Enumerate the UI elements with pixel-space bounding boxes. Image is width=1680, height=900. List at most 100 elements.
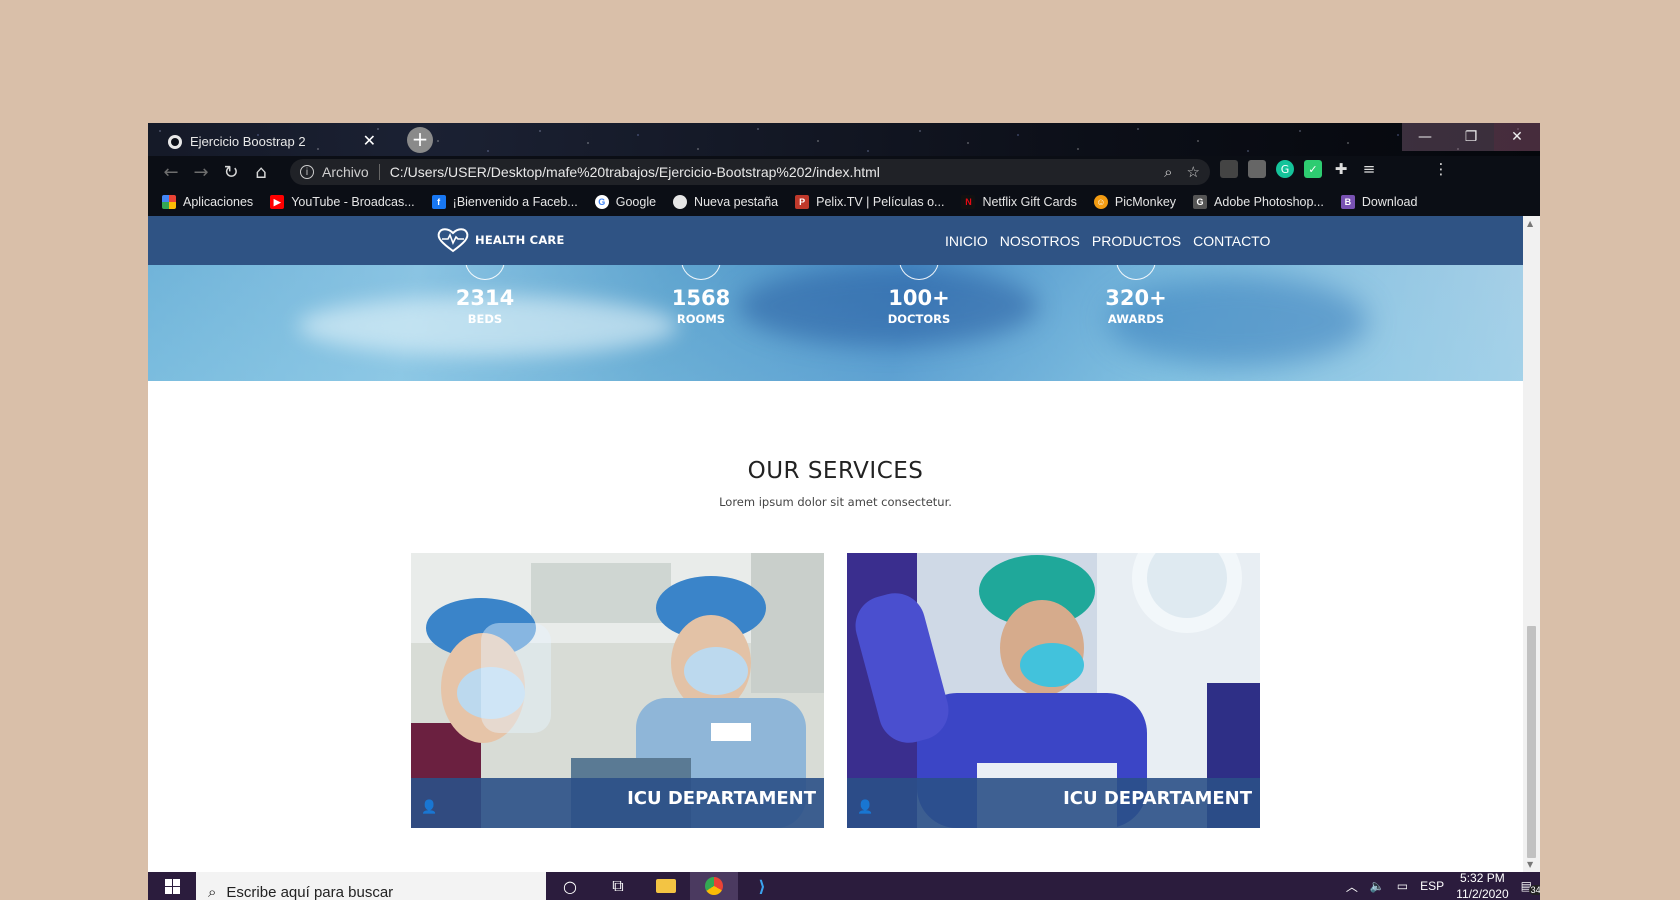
windows-taskbar: ⌕ Escribe aquí para buscar ○ ⧉ ⟩ ︿ 🔈 ▭ E… [148, 870, 1540, 900]
facebook-icon: f [431, 195, 446, 209]
service-card-caption: 👤 ICU DEPARTAMENT [847, 778, 1260, 828]
globe-icon [673, 195, 688, 209]
person-icon: 👤 [857, 799, 874, 815]
restore-button[interactable]: ❐ [1448, 123, 1494, 151]
site-nav-links: INICIO NOSOTROS PRODUCTOS CONTACTO [945, 216, 1270, 265]
volume-icon[interactable]: 🔈 [1370, 879, 1385, 893]
back-button[interactable]: ← [156, 157, 186, 187]
nav-link-nosotros[interactable]: NOSOTROS [1000, 233, 1080, 249]
stat-label: DOCTORS [887, 312, 951, 326]
reload-button[interactable]: ↻ [216, 157, 246, 187]
info-icon[interactable]: i [300, 165, 314, 179]
browser-tab[interactable]: Ejercicio Boostrap 2 ✕ [158, 127, 386, 156]
service-card-caption: 👤 ICU DEPARTAMENT [411, 778, 824, 828]
services-title: OUR SERVICES [747, 458, 924, 484]
system-tray: ︿ 🔈 ▭ ESP 5:32 PM 11/2/2020 ▤ 34 [1346, 870, 1540, 900]
grammarly-icon[interactable]: G [1276, 160, 1294, 178]
zoom-icon[interactable]: ⌕ [1164, 164, 1172, 181]
service-card-title: ICU DEPARTAMENT [1063, 787, 1252, 809]
scrollbar-thumb[interactable] [1527, 626, 1536, 858]
bootstrap-icon: B [1340, 195, 1355, 209]
bookmark-item[interactable]: N Netflix Gift Cards [961, 195, 1077, 209]
nav-link-inicio[interactable]: INICIO [945, 233, 988, 249]
bookmark-item[interactable]: B Download [1340, 195, 1418, 209]
stat-beds: 2314 BEDS [415, 259, 555, 326]
chevron-up-icon[interactable]: ︿ [1346, 878, 1358, 895]
language-indicator[interactable]: ESP [1420, 879, 1444, 893]
bookmark-item[interactable]: G Adobe Photoshop... [1193, 195, 1324, 209]
service-card[interactable]: 👤 ICU DEPARTAMENT [847, 553, 1260, 828]
start-button[interactable] [148, 872, 196, 900]
battery-icon[interactable]: ▭ [1397, 879, 1408, 893]
brand-name: HEALTH CARE [475, 233, 565, 247]
stat-value: 1568 [671, 286, 731, 310]
browser-toolbar: ← → ↻ ⌂ i Archivo C:/Users/USER/Desktop/… [148, 156, 1540, 188]
bookmark-label: ¡Bienvenido a Faceb... [452, 195, 578, 209]
notification-icon[interactable]: ▤ 34 [1521, 879, 1540, 895]
close-window-button[interactable]: ✕ [1494, 123, 1540, 151]
stat-value: 100+ [888, 286, 950, 310]
service-card[interactable]: 👤 ICU DEPARTAMENT [411, 553, 824, 828]
bookmark-label: Netflix Gift Cards [982, 195, 1077, 209]
address-url[interactable]: C:/Users/USER/Desktop/mafe%20trabajos/Ej… [390, 164, 1150, 180]
services-subtitle: Lorem ipsum dolor sit amet consectetur. [719, 495, 952, 509]
page-scrollbar[interactable]: ▲ ▼ [1523, 216, 1540, 872]
task-view-icon[interactable]: ⧉ [594, 872, 642, 900]
chrome-icon[interactable] [690, 872, 738, 900]
notification-count: 34 [1528, 885, 1540, 895]
vscode-icon[interactable]: ⟩ [738, 872, 786, 900]
pelix-icon: P [795, 195, 810, 209]
bookmark-item[interactable]: f ¡Bienvenido a Faceb... [431, 195, 578, 209]
service-card-title: ICU DEPARTAMENT [627, 787, 816, 809]
bookmark-item[interactable]: P Pelix.TV | Películas o... [795, 195, 944, 209]
bookmark-item[interactable]: Nueva pestaña [673, 195, 778, 209]
kebab-menu-icon[interactable]: ⋮ [1432, 160, 1450, 178]
google-icon: G [594, 195, 609, 209]
bookmark-label: Pelix.TV | Películas o... [816, 195, 945, 209]
taskbar-clock[interactable]: 5:32 PM 11/2/2020 [1456, 870, 1509, 900]
nav-link-productos[interactable]: PRODUCTOS [1092, 233, 1181, 249]
bookmark-star-icon[interactable]: ☆ [1187, 163, 1200, 181]
tab-title: Ejercicio Boostrap 2 [190, 134, 306, 149]
bookmark-item[interactable]: ☺ PicMonkey [1093, 195, 1177, 209]
tab-close-icon[interactable]: ✕ [363, 133, 376, 150]
bookmark-item[interactable]: Aplicaciones [162, 195, 253, 209]
forward-button[interactable]: → [186, 157, 216, 187]
scroll-up-arrow-icon[interactable]: ▲ [1527, 219, 1533, 228]
stat-label: AWARDS [1107, 312, 1165, 326]
site-brand[interactable]: HEALTH CARE [436, 227, 565, 253]
page-viewport: 2314 BEDS 1568 ROOMS 100+ DOCTORS 320+ A… [148, 216, 1523, 872]
clock-time: 5:32 PM [1460, 871, 1505, 885]
bookmark-item[interactable]: ▶ YouTube - Broadcas... [270, 195, 415, 209]
reading-list-icon[interactable]: ≡ [1360, 160, 1378, 178]
scroll-down-arrow-icon[interactable]: ▼ [1527, 860, 1533, 869]
extensions-area: G ✓ ✚ ≡ ⋮ [1220, 160, 1450, 178]
bookmark-label: Download [1361, 195, 1418, 209]
stat-rooms: 1568 ROOMS [631, 259, 771, 326]
picmonkey-icon: ☺ [1093, 195, 1108, 209]
nav-link-contacto[interactable]: CONTACTO [1193, 233, 1270, 249]
taskbar-search-placeholder: Escribe aquí para buscar [226, 883, 394, 900]
clock-date: 11/2/2020 [1456, 887, 1509, 900]
bookmark-label: PicMonkey [1114, 195, 1177, 209]
stat-label: ROOMS [676, 312, 726, 326]
gc-icon: G [1193, 195, 1208, 209]
shield-icon[interactable]: ✓ [1304, 160, 1322, 178]
search-icon: ⌕ [208, 883, 217, 900]
bookmark-label: YouTube - Broadcas... [291, 195, 415, 209]
apps-grid-icon [162, 195, 176, 209]
taskbar-search[interactable]: ⌕ Escribe aquí para buscar [196, 872, 546, 900]
home-button[interactable]: ⌂ [246, 157, 276, 187]
cortana-icon[interactable]: ○ [546, 872, 594, 900]
extension-icon[interactable] [1220, 160, 1238, 178]
bookmark-item[interactable]: G Google [594, 195, 656, 209]
file-explorer-icon[interactable] [642, 872, 690, 900]
address-bar[interactable]: i Archivo C:/Users/USER/Desktop/mafe%20t… [290, 159, 1210, 185]
puzzle-icon[interactable]: ✚ [1332, 160, 1350, 178]
bookmark-label: Adobe Photoshop... [1214, 195, 1324, 209]
bookmark-label: Aplicaciones [183, 195, 254, 209]
stat-value: 320+ [1105, 286, 1167, 310]
minimize-button[interactable]: — [1402, 123, 1448, 151]
new-tab-button[interactable]: + [407, 127, 433, 153]
extension-icon[interactable] [1248, 160, 1266, 178]
